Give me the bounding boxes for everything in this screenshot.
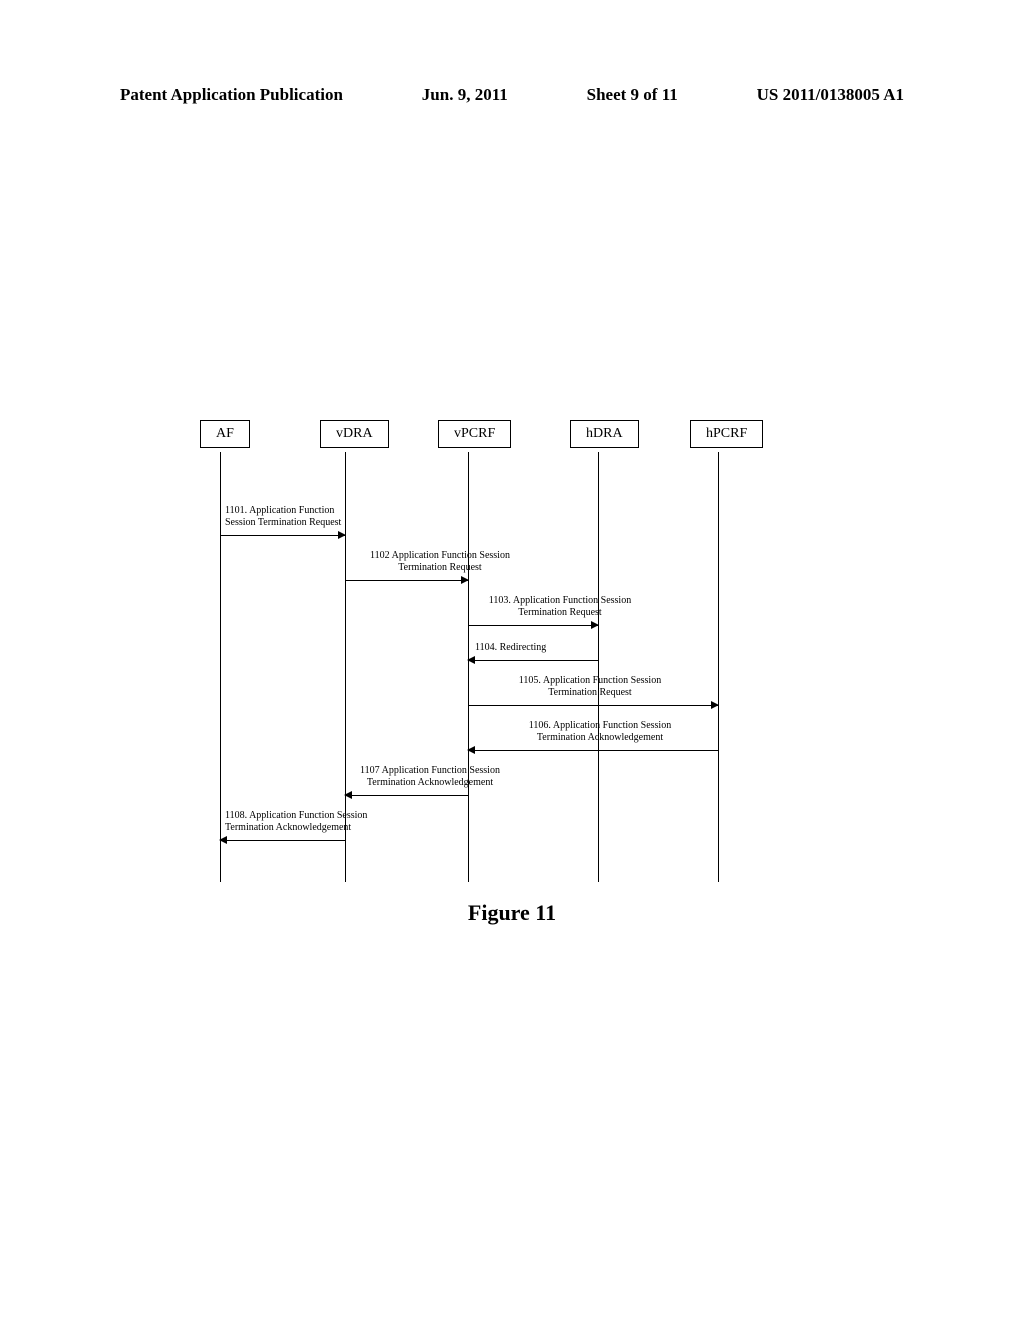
arrow-1103 — [468, 625, 598, 626]
msg-1107-label: 1107 Application Function Session Termin… — [330, 765, 530, 789]
msg-1101-label: 1101. Application Function Session Termi… — [225, 505, 375, 529]
arrow-1102 — [345, 580, 468, 581]
lifeline-af — [220, 452, 221, 882]
msg-1106-label: 1106. Application Function Session Termi… — [500, 720, 700, 744]
arrow-1101 — [220, 535, 345, 536]
arrow-1104 — [468, 660, 598, 661]
lifeline-vpcrf — [468, 452, 469, 882]
publication-type: Patent Application Publication — [120, 85, 343, 105]
msg-1102-label: 1102 Application Function Session Termin… — [350, 550, 530, 574]
arrow-1108 — [220, 840, 345, 841]
figure-caption: Figure 11 — [0, 900, 1024, 926]
msg-1103-label: 1103. Application Function Session Termi… — [470, 595, 650, 619]
sequence-diagram: AF vDRA vPCRF hDRA hPCRF 1101. Applicati… — [210, 420, 780, 890]
actor-vpcrf: vPCRF — [438, 420, 511, 448]
sheet-number: Sheet 9 of 11 — [587, 85, 678, 105]
arrow-1105 — [468, 705, 718, 706]
publication-date: Jun. 9, 2011 — [422, 85, 508, 105]
actor-hpcrf: hPCRF — [690, 420, 763, 448]
arrow-1106 — [468, 750, 718, 751]
lifeline-hpcrf — [718, 452, 719, 882]
actor-vdra: vDRA — [320, 420, 389, 448]
actor-af: AF — [200, 420, 250, 448]
msg-1104-label: 1104. Redirecting — [475, 642, 595, 654]
publication-number: US 2011/0138005 A1 — [757, 85, 904, 105]
actor-hdra: hDRA — [570, 420, 639, 448]
lifeline-hdra — [598, 452, 599, 882]
msg-1105-label: 1105. Application Function Session Termi… — [490, 675, 690, 699]
msg-1108-label: 1108. Application Function Session Termi… — [225, 810, 405, 834]
arrow-1107 — [345, 795, 468, 796]
